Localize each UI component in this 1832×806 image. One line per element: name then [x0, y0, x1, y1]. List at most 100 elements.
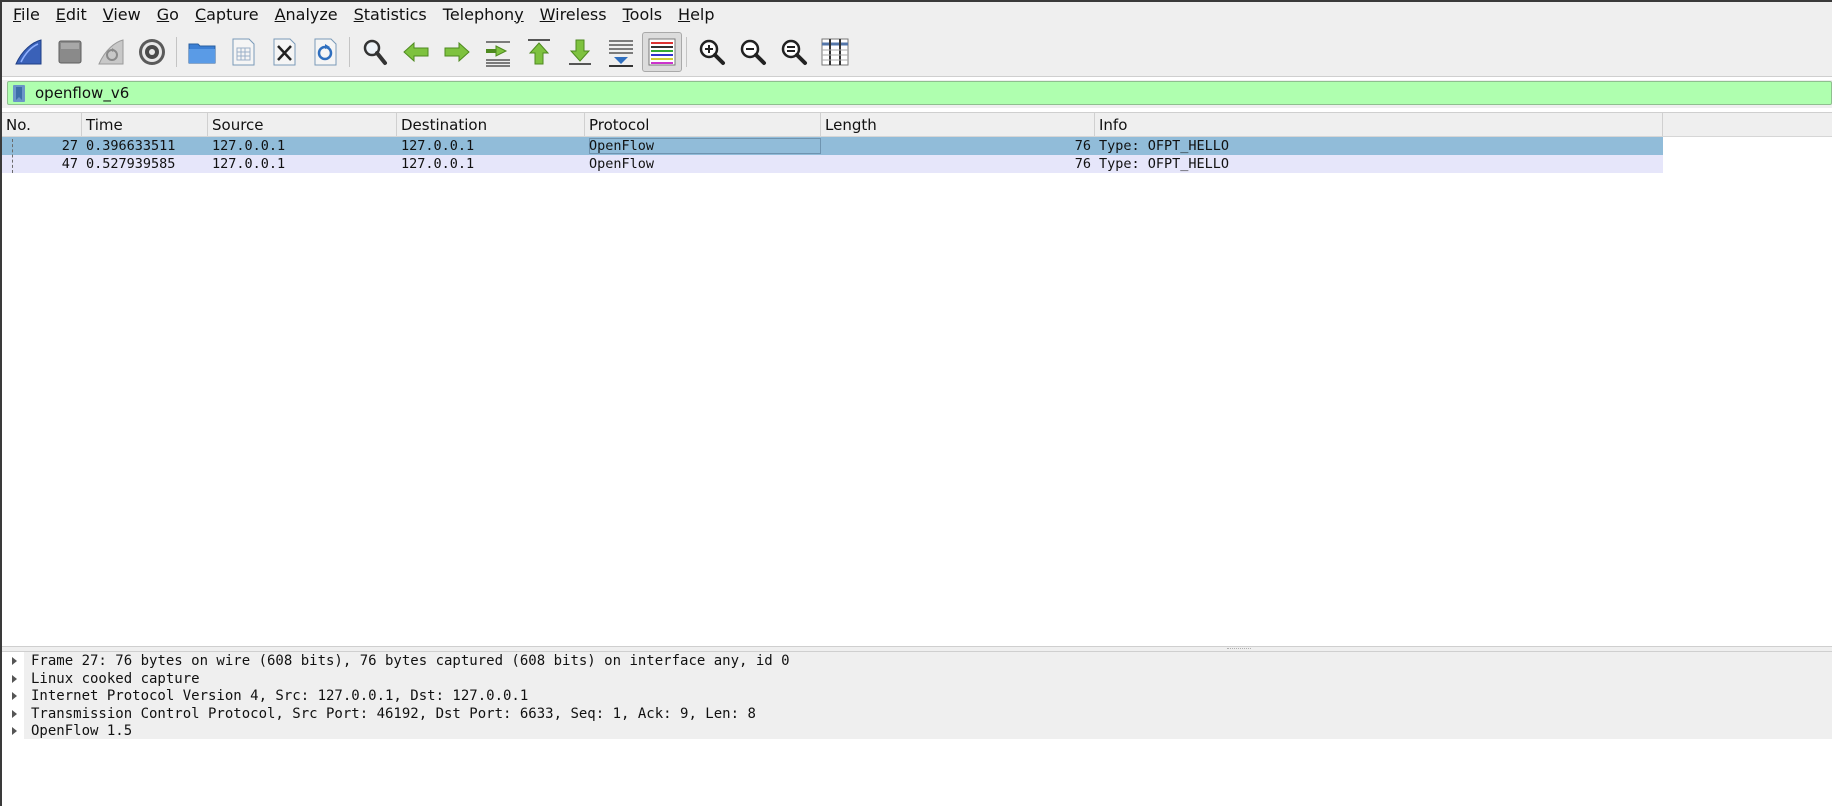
column-header-length[interactable]: Length — [821, 113, 1095, 136]
capture-options-gear-icon — [139, 38, 165, 65]
find-packet-button[interactable] — [355, 32, 395, 72]
packet-list-header: No. Time Source Destination Protocol Len… — [2, 113, 1832, 137]
column-header-source[interactable]: Source — [208, 113, 397, 136]
packet-protocol: OpenFlow — [589, 138, 655, 154]
packet-info: Type: OFPT_HELLO — [1099, 138, 1230, 154]
packet-info: Type: OFPT_HELLO — [1099, 156, 1230, 172]
save-file-icon — [232, 38, 255, 65]
reload-file-button[interactable] — [305, 32, 345, 72]
column-header-info[interactable]: Info — [1095, 113, 1663, 136]
restart-fin-icon — [98, 38, 124, 64]
column-header-time[interactable]: Time — [82, 113, 208, 136]
detail-text: Internet Protocol Version 4, Src: 127.0.… — [31, 688, 529, 704]
find-magnifier-icon — [363, 39, 387, 65]
capture-options-button[interactable] — [132, 32, 172, 72]
expand-arrow-icon[interactable] — [12, 657, 17, 665]
detail-text: Frame 27: 76 bytes on wire (608 bits), 7… — [31, 653, 790, 669]
packet-row[interactable]: 47 0.527939585 127.0.0.1 127.0.0.1 OpenF… — [2, 155, 1663, 173]
colorize-button[interactable] — [642, 31, 682, 72]
packet-row[interactable]: 27 0.396633511 127.0.0.1 127.0.0.1 OpenF… — [2, 137, 1663, 155]
close-file-icon — [273, 38, 296, 65]
packet-details: Frame 27: 76 bytes on wire (608 bits), 7… — [2, 652, 1832, 806]
start-capture-button[interactable] — [9, 32, 49, 72]
go-forward-button[interactable] — [437, 32, 477, 72]
open-file-button[interactable] — [182, 32, 222, 72]
menu-file[interactable]: File — [2, 3, 48, 27]
go-back-button[interactable] — [396, 32, 436, 72]
menu-wireless[interactable]: Wireless — [532, 3, 615, 27]
display-filter-bar: openflow_v6 — [2, 80, 1832, 108]
resize-columns-button[interactable] — [815, 32, 855, 72]
first-packet-icon — [528, 38, 550, 64]
last-packet-button[interactable] — [560, 32, 600, 72]
last-packet-icon — [569, 39, 591, 65]
main-toolbar — [2, 27, 1832, 77]
filter-text: openflow_v6 — [35, 84, 130, 102]
detail-row-tcp[interactable]: Transmission Control Protocol, Src Port:… — [2, 705, 1832, 723]
zoom-out-icon — [740, 39, 766, 65]
expand-arrow-icon[interactable] — [12, 727, 17, 735]
packet-no: 27 — [61, 138, 78, 154]
display-filter-input[interactable]: openflow_v6 — [7, 81, 1832, 105]
autoscroll-icon — [609, 39, 633, 67]
go-to-packet-icon — [486, 40, 510, 67]
zoom-in-icon — [699, 39, 725, 65]
packet-length: 76 — [1074, 138, 1091, 154]
bookmark-icon[interactable] — [13, 85, 25, 102]
column-header-destination[interactable]: Destination — [397, 113, 585, 136]
column-header-no[interactable]: No. — [2, 113, 82, 136]
packet-destination: 127.0.0.1 — [401, 156, 475, 172]
zoom-normal-icon — [781, 39, 807, 65]
restart-capture-button[interactable] — [91, 32, 131, 72]
resize-columns-icon — [821, 38, 849, 65]
menu-capture[interactable]: Capture — [187, 3, 267, 27]
zoom-normal-button[interactable] — [774, 32, 814, 72]
toolbar-separator — [176, 36, 177, 67]
close-file-button[interactable] — [264, 32, 304, 72]
detail-row-ipv4[interactable]: Internet Protocol Version 4, Src: 127.0.… — [2, 687, 1832, 705]
menu-view[interactable]: View — [95, 3, 149, 27]
menu-telephony[interactable]: Telephony — [435, 3, 532, 27]
detail-text: OpenFlow 1.5 — [31, 723, 133, 739]
detail-text: Linux cooked capture — [31, 670, 200, 687]
packet-protocol: OpenFlow — [589, 156, 655, 172]
splitter-grip[interactable] — [1227, 648, 1251, 651]
related-packet-line — [12, 139, 13, 173]
column-header-protocol[interactable]: Protocol — [585, 113, 821, 136]
packet-length: 76 — [1074, 156, 1091, 172]
autoscroll-button[interactable] — [601, 32, 641, 72]
menu-statistics[interactable]: Statistics — [346, 3, 435, 27]
open-folder-icon — [188, 43, 216, 63]
expand-arrow-icon[interactable] — [12, 674, 17, 683]
menu-edit[interactable]: Edit — [48, 3, 95, 27]
go-to-packet-button[interactable] — [478, 32, 518, 72]
expand-arrow-icon[interactable] — [12, 709, 17, 718]
toolbar-separator — [349, 36, 350, 67]
packet-time: 0.527939585 — [86, 156, 176, 172]
stop-capture-button[interactable] — [50, 32, 90, 72]
stop-square-icon — [58, 40, 82, 63]
packet-list: No. Time Source Destination Protocol Len… — [2, 112, 1832, 647]
detail-row-linux-cooked[interactable]: Linux cooked capture — [2, 670, 1832, 688]
menu-bar: File Edit View Go Capture Analyze Statis… — [2, 2, 1832, 27]
packet-source: 127.0.0.1 — [212, 138, 286, 154]
reload-file-icon — [314, 38, 337, 65]
shark-fin-start-icon — [15, 38, 42, 64]
detail-row-frame[interactable]: Frame 27: 76 bytes on wire (608 bits), 7… — [2, 652, 1832, 670]
save-file-button[interactable] — [223, 32, 263, 72]
zoom-in-button[interactable] — [692, 32, 732, 72]
packet-time: 0.396633511 — [86, 138, 176, 154]
menu-tools[interactable]: Tools — [615, 3, 670, 27]
zoom-out-button[interactable] — [733, 32, 773, 72]
colorize-lines-icon — [648, 38, 676, 65]
detail-row-openflow[interactable]: OpenFlow 1.5 — [2, 722, 1832, 740]
expand-arrow-icon[interactable] — [12, 692, 17, 700]
packet-no: 47 — [61, 156, 78, 172]
packet-destination: 127.0.0.1 — [401, 138, 475, 154]
menu-help[interactable]: Help — [670, 3, 722, 27]
menu-analyze[interactable]: Analyze — [267, 3, 346, 27]
go-back-arrow-icon — [403, 41, 429, 62]
first-packet-button[interactable] — [519, 32, 559, 72]
toolbar-separator — [686, 36, 687, 67]
menu-go[interactable]: Go — [149, 3, 187, 27]
